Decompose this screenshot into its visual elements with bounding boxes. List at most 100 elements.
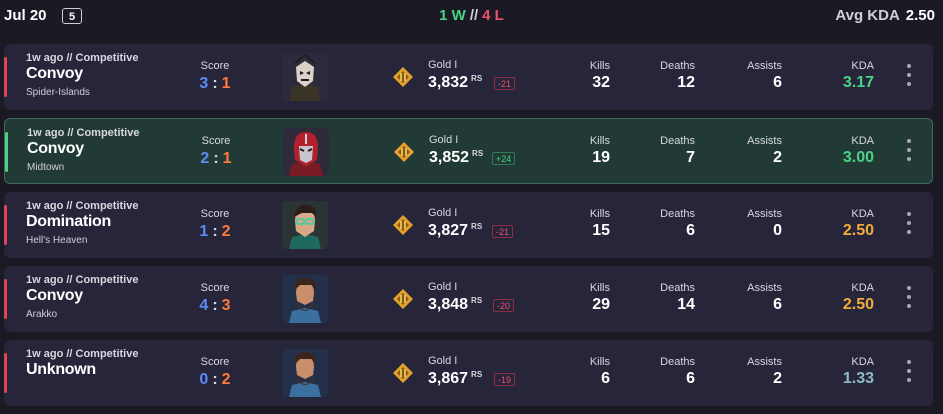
gold-rank-icon xyxy=(394,142,414,162)
game-mode: Convoy xyxy=(26,65,83,82)
rank-score-value: 3,832 xyxy=(428,74,469,91)
match-meta: 1w ago // Competitive xyxy=(26,348,139,360)
assists-value: 2 xyxy=(773,149,782,166)
deaths-label: Deaths xyxy=(660,356,695,368)
game-mode: Convoy xyxy=(26,287,83,304)
more-options-icon[interactable] xyxy=(902,212,916,238)
score-team-a: 3 xyxy=(199,75,209,92)
kills-label: Kills xyxy=(589,60,610,72)
rank-score: 3,827 RS xyxy=(428,222,482,240)
assists-label: Assists xyxy=(747,135,782,147)
rank-score-delta: +24 xyxy=(492,152,516,165)
deaths-label: Deaths xyxy=(660,208,695,220)
game-mode: Unknown xyxy=(26,361,96,378)
rank-score-value: 3,848 xyxy=(428,296,469,313)
more-options-icon[interactable] xyxy=(902,360,916,386)
assists-label: Assists xyxy=(747,282,782,294)
kda-label: KDA xyxy=(851,60,874,72)
hero-portrait-icon xyxy=(282,349,328,397)
match-score: 4:3 xyxy=(185,297,245,315)
match-row[interactable]: 1w ago // Competitive Convoy Midtown Sco… xyxy=(4,118,933,184)
match-row[interactable]: 1w ago // Competitive Convoy Spider-Isla… xyxy=(4,44,933,110)
deaths-value: 6 xyxy=(686,222,695,239)
rank-name: Gold I xyxy=(428,281,458,293)
hero-portrait-icon xyxy=(282,201,328,249)
assists-label: Assists xyxy=(747,60,782,72)
deaths-label: Deaths xyxy=(660,282,695,294)
deaths-value: 14 xyxy=(677,296,695,313)
score-label: Score xyxy=(200,208,230,220)
rank-score-unit: RS xyxy=(471,222,483,231)
score-team-b: 2 xyxy=(221,371,231,388)
win-loss-record: 1 W//4 L xyxy=(0,7,943,24)
match-meta: 1w ago // Competitive xyxy=(26,200,139,212)
kills-value: 6 xyxy=(601,370,610,387)
game-mode: Domination xyxy=(26,213,111,230)
assists-label: Assists xyxy=(747,208,782,220)
rank-score-unit: RS xyxy=(471,74,483,83)
match-score: 3:1 xyxy=(185,75,245,93)
match-row[interactable]: 1w ago // Competitive Domination Hell's … xyxy=(4,192,933,258)
deaths-label: Deaths xyxy=(660,135,695,147)
gold-rank-icon xyxy=(393,215,413,235)
wins-count: 1 W xyxy=(439,7,466,24)
kda-value: 3.17 xyxy=(842,74,874,91)
score-team-b: 2 xyxy=(221,223,231,240)
match-row[interactable]: 1w ago // Competitive Convoy Arakko Scor… xyxy=(4,266,933,332)
record-separator: // xyxy=(469,7,479,24)
kills-label: Kills xyxy=(589,282,610,294)
deaths-value: 6 xyxy=(686,370,695,387)
score-colon: : xyxy=(212,297,218,314)
map-name: Hell's Heaven xyxy=(26,235,88,246)
score-label: Score xyxy=(200,282,230,294)
kda-value: 3.00 xyxy=(842,149,874,166)
game-mode: Convoy xyxy=(27,140,84,157)
kda-label: KDA xyxy=(851,282,874,294)
rank-name: Gold I xyxy=(428,207,458,219)
rank-score: 3,867 RS xyxy=(428,370,482,388)
match-score: 2:1 xyxy=(186,150,246,168)
result-indicator xyxy=(4,57,7,97)
match-meta: 1w ago // Competitive xyxy=(26,52,139,64)
score-label: Score xyxy=(200,60,230,72)
rank-score-value: 3,867 xyxy=(428,370,469,387)
result-indicator xyxy=(4,279,7,319)
avg-kda-value: 2.50 xyxy=(905,7,935,24)
score-team-b: 1 xyxy=(221,75,231,92)
deaths-value: 12 xyxy=(677,74,695,91)
score-team-b: 3 xyxy=(221,297,231,314)
kills-value: 15 xyxy=(592,222,610,239)
deaths-value: 7 xyxy=(686,149,695,166)
rank-name: Gold I xyxy=(428,59,458,71)
rank-score-delta: -20 xyxy=(493,299,515,312)
assists-value: 2 xyxy=(773,370,782,387)
score-label: Score xyxy=(201,135,231,147)
match-row[interactable]: 1w ago // Competitive Unknown Score 0:2 … xyxy=(4,340,933,406)
kills-label: Kills xyxy=(589,356,610,368)
deaths-label: Deaths xyxy=(660,60,695,72)
score-team-a: 2 xyxy=(200,150,210,167)
hero-portrait-icon xyxy=(283,128,329,176)
more-options-icon[interactable] xyxy=(902,139,916,165)
assists-value: 6 xyxy=(773,296,782,313)
more-options-icon[interactable] xyxy=(902,286,916,312)
score-label: Score xyxy=(200,356,230,368)
score-team-a: 1 xyxy=(199,223,209,240)
score-team-a: 4 xyxy=(199,297,209,314)
kills-value: 32 xyxy=(592,74,610,91)
match-meta: 1w ago // Competitive xyxy=(26,274,139,286)
match-score: 1:2 xyxy=(185,223,245,241)
rank-score-unit: RS xyxy=(472,149,484,158)
kda-label: KDA xyxy=(851,208,874,220)
rank-score-value: 3,852 xyxy=(429,149,470,166)
assists-value: 6 xyxy=(773,74,782,91)
assists-label: Assists xyxy=(747,356,782,368)
rank-score-delta: -21 xyxy=(494,77,516,90)
avg-kda: Avg KDA 2.50 xyxy=(835,7,935,24)
gold-rank-icon xyxy=(393,363,413,383)
more-options-icon[interactable] xyxy=(902,64,916,90)
kda-label: KDA xyxy=(851,135,874,147)
result-indicator xyxy=(5,132,8,172)
hero-portrait-icon xyxy=(282,275,328,323)
match-meta: 1w ago // Competitive xyxy=(27,127,140,139)
